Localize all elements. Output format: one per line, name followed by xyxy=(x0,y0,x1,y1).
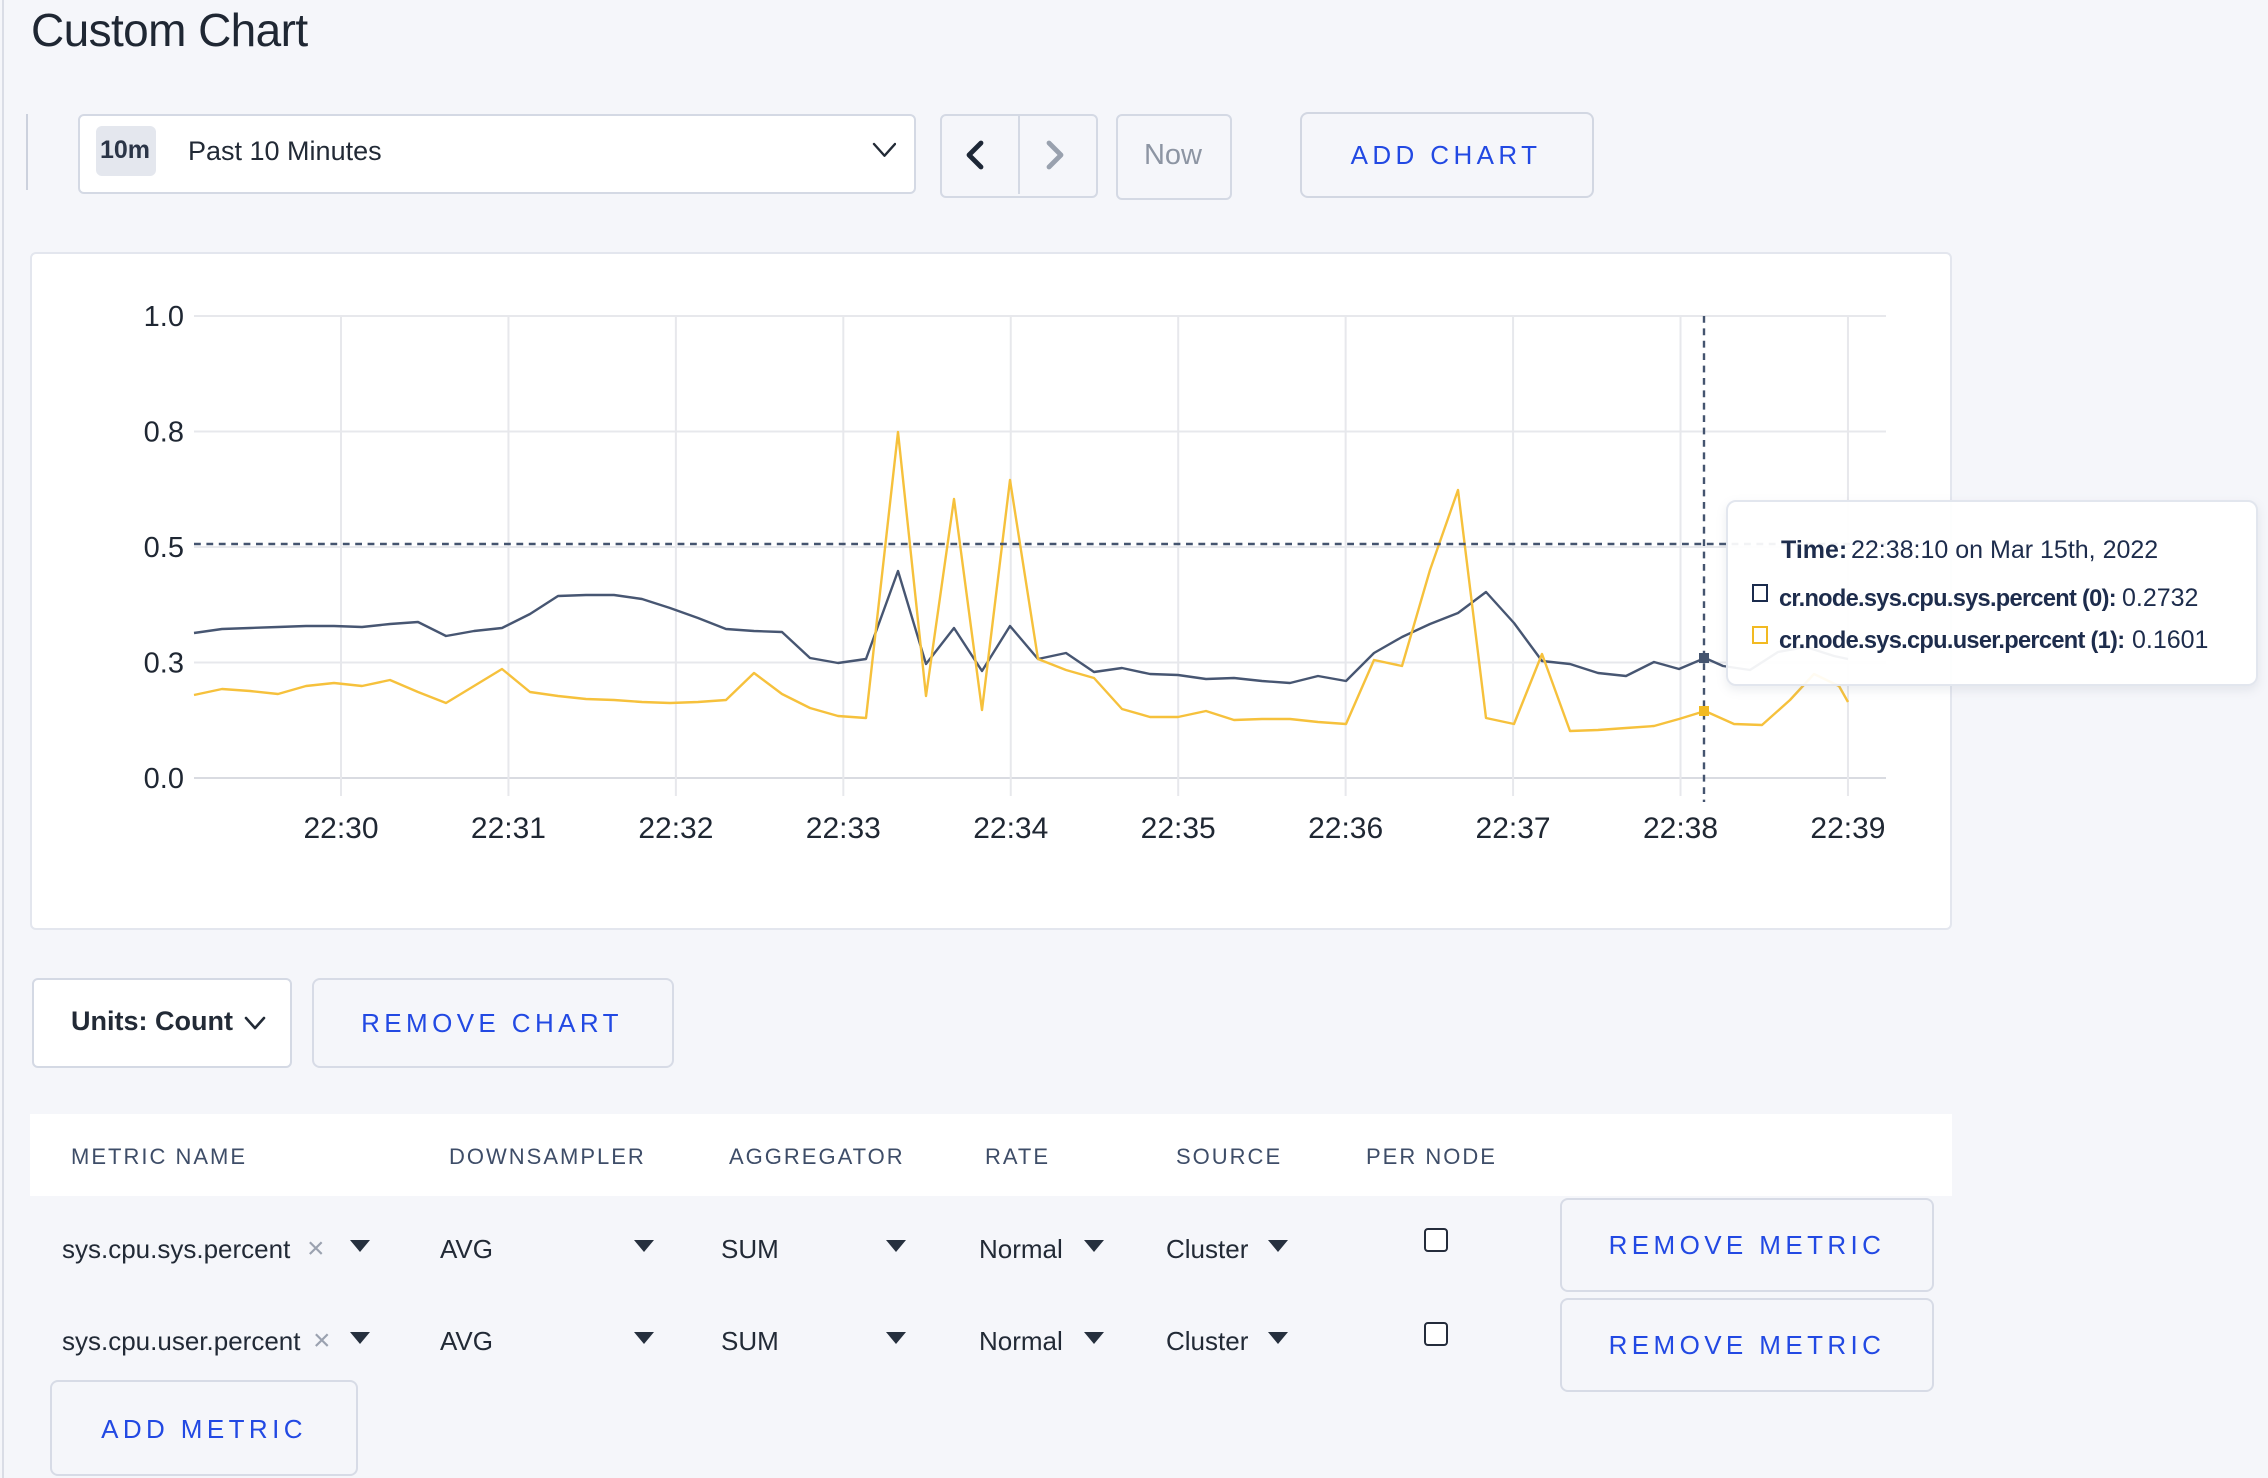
svg-text:0.5: 0.5 xyxy=(144,532,184,564)
svg-text:0.0: 0.0 xyxy=(144,763,184,795)
svg-text:22:35: 22:35 xyxy=(1141,812,1216,845)
svg-text:22:33: 22:33 xyxy=(806,812,881,845)
svg-text:1.0: 1.0 xyxy=(144,301,184,333)
svg-text:22:31: 22:31 xyxy=(471,812,546,845)
svg-text:22:37: 22:37 xyxy=(1476,812,1551,845)
svg-text:22:39: 22:39 xyxy=(1810,812,1885,845)
svg-text:22:36: 22:36 xyxy=(1308,812,1383,845)
svg-text:22:30: 22:30 xyxy=(303,812,378,845)
svg-text:22:34: 22:34 xyxy=(973,812,1048,845)
svg-text:22:38: 22:38 xyxy=(1643,812,1718,845)
svg-text:22:32: 22:32 xyxy=(638,812,713,845)
svg-text:0.8: 0.8 xyxy=(144,417,184,449)
svg-text:0.3: 0.3 xyxy=(144,648,184,680)
